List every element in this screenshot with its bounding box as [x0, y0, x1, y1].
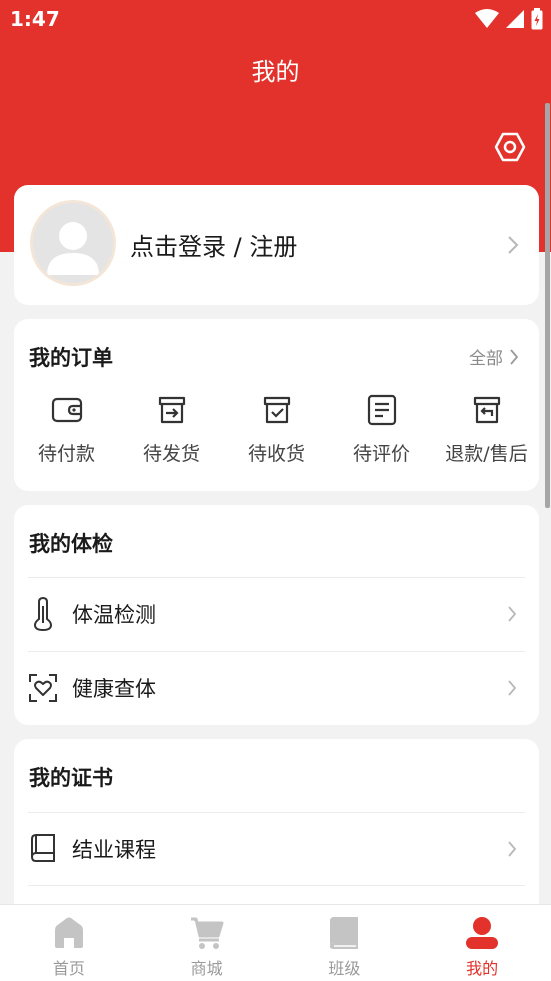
box-check-icon	[260, 393, 294, 427]
order-pending-payment[interactable]: 待付款	[14, 393, 119, 466]
order-item-label: 待收货	[247, 443, 305, 465]
settings-icon	[494, 132, 526, 162]
login-card[interactable]: 点击登录 / 注册	[14, 185, 539, 305]
tab-label: 商城	[190, 959, 223, 978]
screen: 1:47 我的 点击登录 / 注册 我的订单 全部 待付款 待发货 待收货 待评…	[0, 0, 551, 981]
orders-title: 我的订单	[29, 346, 113, 370]
tab-bar: 首页 商城 班级 我的	[0, 904, 551, 981]
tab-mine[interactable]: 我的	[413, 905, 551, 981]
class-book-icon	[325, 915, 363, 951]
page-title: 我的	[251, 58, 300, 86]
orders-all-label: 全部	[469, 349, 503, 369]
health-card: 我的体检 体温检测 健康查体	[14, 505, 539, 725]
row-label: 健康查体	[72, 677, 156, 701]
health-checkup-row[interactable]: 健康查体	[28, 651, 525, 724]
box-return-icon	[470, 393, 504, 427]
document-icon	[365, 393, 399, 427]
heart-scan-icon	[28, 671, 58, 705]
home-icon	[50, 915, 88, 951]
orders-card: 我的订单 全部 待付款 待发货 待收货 待评价 退款/售后	[14, 319, 539, 491]
avatar[interactable]	[30, 200, 116, 286]
thermometer-icon	[28, 597, 58, 631]
chevron-right-icon	[508, 236, 519, 254]
temperature-check-row[interactable]: 体温检测	[28, 577, 525, 650]
chevron-right-icon	[508, 680, 517, 696]
signal-icon	[506, 10, 524, 28]
order-item-label: 待发货	[142, 443, 200, 465]
order-item-label: 待付款	[37, 443, 95, 465]
orders-all-link[interactable]: 全部	[469, 344, 519, 369]
status-bar: 1:47	[0, 0, 551, 38]
row-label: 体温检测	[72, 603, 156, 627]
order-refund-aftersale[interactable]: 退款/售后	[434, 393, 539, 466]
cart-icon	[188, 915, 226, 951]
wifi-icon	[475, 9, 499, 28]
login-register-link[interactable]: 点击登录 / 注册	[130, 227, 297, 262]
wallet-icon	[50, 393, 84, 427]
status-time: 1:47	[10, 7, 60, 31]
order-pending-shipment[interactable]: 待发货	[119, 393, 224, 466]
tab-label: 班级	[328, 959, 361, 978]
settings-button[interactable]	[492, 129, 528, 165]
box-arrow-icon	[155, 393, 189, 427]
tab-label: 首页	[52, 959, 85, 978]
default-avatar-icon	[47, 222, 99, 275]
status-icons	[475, 8, 543, 30]
order-pending-receipt[interactable]: 待收货	[224, 393, 329, 466]
chevron-right-icon	[508, 606, 517, 622]
chevron-right-icon	[508, 841, 517, 857]
order-item-label: 退款/售后	[445, 443, 528, 465]
health-title: 我的体检	[29, 532, 113, 556]
book-icon	[28, 832, 58, 866]
order-pending-review[interactable]: 待评价	[329, 393, 434, 466]
scrollbar[interactable]	[545, 103, 550, 508]
order-item-label: 待评价	[352, 443, 410, 465]
tab-home[interactable]: 首页	[0, 905, 138, 981]
row-label: 结业课程	[72, 838, 156, 862]
order-status-list: 待付款 待发货 待收货 待评价 退款/售后	[14, 393, 539, 466]
tab-class[interactable]: 班级	[276, 905, 414, 981]
tab-mall[interactable]: 商城	[138, 905, 276, 981]
profile-icon	[463, 915, 501, 951]
certificates-title: 我的证书	[29, 766, 113, 790]
completed-courses-row[interactable]: 结业课程	[28, 812, 525, 885]
chevron-right-icon	[510, 348, 519, 365]
tab-label: 我的	[466, 959, 499, 978]
battery-icon	[531, 8, 543, 30]
